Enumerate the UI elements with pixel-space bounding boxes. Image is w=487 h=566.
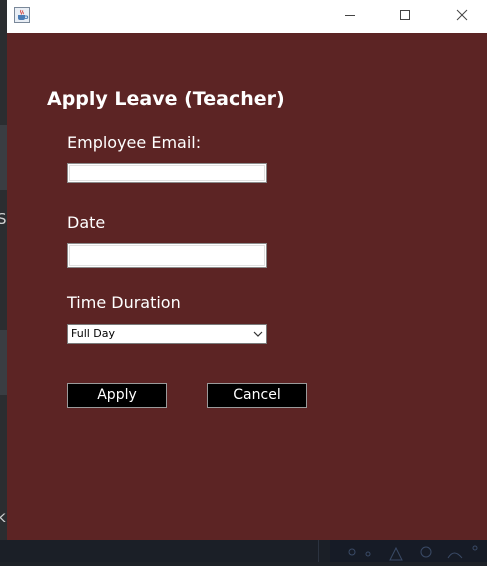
background-divider bbox=[318, 540, 319, 562]
time-duration-label: Time Duration bbox=[67, 293, 181, 312]
email-label: Employee Email: bbox=[67, 133, 202, 152]
close-button[interactable] bbox=[439, 0, 485, 30]
background-glyph: k bbox=[0, 508, 6, 526]
page-title: Apply Leave (Teacher) bbox=[47, 88, 285, 110]
leave-application-window: Apply Leave (Teacher) Employee Email: Da… bbox=[7, 0, 487, 540]
date-label: Date bbox=[67, 213, 106, 232]
window-titlebar[interactable] bbox=[7, 0, 487, 33]
background-wallpaper-art bbox=[330, 540, 487, 562]
maximize-icon bbox=[400, 10, 410, 20]
maximize-button[interactable] bbox=[382, 0, 428, 30]
minimize-button[interactable] bbox=[327, 0, 373, 30]
background-glyph: S bbox=[0, 210, 7, 228]
form-panel: Apply Leave (Teacher) Employee Email: Da… bbox=[7, 33, 487, 540]
email-field[interactable] bbox=[67, 163, 267, 183]
java-cup-icon bbox=[14, 7, 30, 23]
date-field[interactable] bbox=[67, 243, 267, 268]
background-taskbar-strip bbox=[0, 540, 487, 562]
cancel-button[interactable]: Cancel bbox=[207, 383, 307, 408]
minimize-icon bbox=[345, 15, 355, 16]
chevron-down-icon bbox=[253, 331, 263, 337]
close-icon bbox=[456, 9, 468, 21]
time-duration-selected-value: Full Day bbox=[71, 327, 116, 340]
apply-button[interactable]: Apply bbox=[67, 383, 167, 408]
time-duration-select[interactable]: Full Day bbox=[67, 324, 267, 344]
